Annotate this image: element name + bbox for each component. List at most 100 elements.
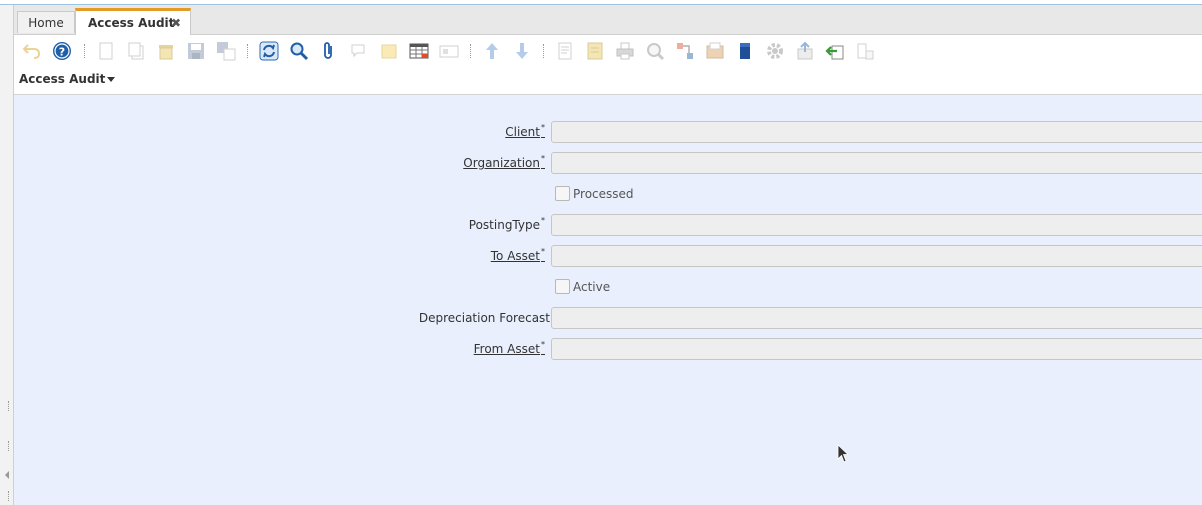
- organization-label-text: Organization: [463, 156, 540, 170]
- help-icon: ?: [52, 41, 72, 61]
- mandatory-marker: *: [541, 123, 545, 132]
- active-checkbox[interactable]: [555, 279, 570, 294]
- copy-record-icon: [126, 41, 146, 61]
- grid-toggle-icon: [409, 41, 429, 61]
- to-asset-label[interactable]: To Asset*: [490, 247, 545, 263]
- toolbar-separator: [84, 44, 85, 58]
- to-asset-field[interactable]: [551, 245, 1202, 267]
- process-gear-icon: [765, 41, 785, 61]
- multi-edit-icon: [439, 41, 459, 61]
- customize-icon: [855, 41, 875, 61]
- help-button[interactable]: ?: [52, 41, 72, 61]
- breadcrumb-label: Access Audit: [19, 72, 106, 86]
- active-label: Active: [573, 280, 611, 294]
- post-it-button[interactable]: [379, 41, 399, 61]
- active-workflows-icon: [675, 41, 695, 61]
- chevron-down-icon: [107, 77, 116, 82]
- mandatory-marker: *: [541, 247, 545, 256]
- splitter-grip[interactable]: [8, 441, 11, 451]
- new-record-icon: [96, 41, 116, 61]
- svg-text:?: ?: [59, 46, 65, 59]
- save-new-icon: [216, 41, 236, 61]
- depreciation-forecast-field[interactable]: [551, 307, 1202, 329]
- zoom-across-icon: [645, 41, 665, 61]
- mandatory-marker: *: [541, 154, 545, 163]
- save-and-new-button[interactable]: [216, 41, 236, 61]
- detail-form: Client* Organization* Processed PostingT…: [14, 95, 1202, 505]
- copy-record-button[interactable]: [126, 41, 146, 61]
- client-field[interactable]: [551, 121, 1202, 143]
- processed-checkbox[interactable]: [555, 186, 570, 201]
- grid-toggle-button[interactable]: [409, 41, 429, 61]
- attachment-button[interactable]: [319, 41, 339, 61]
- chat-icon: [349, 41, 369, 61]
- find-icon: [289, 41, 309, 61]
- splitter-grip[interactable]: [8, 491, 11, 501]
- import-icon: [825, 41, 845, 61]
- new-record-button[interactable]: [96, 41, 116, 61]
- print-button[interactable]: [615, 41, 635, 61]
- export-button[interactable]: [795, 41, 815, 61]
- posting-type-label-text: PostingType: [468, 218, 540, 232]
- import-button[interactable]: [825, 41, 845, 61]
- delete-button[interactable]: [156, 41, 176, 61]
- product-info-icon: [735, 41, 755, 61]
- report-button[interactable]: [555, 41, 575, 61]
- client-label-text: Client: [505, 125, 540, 139]
- requests-button[interactable]: [705, 41, 725, 61]
- toolbar-separator: [543, 44, 544, 58]
- export-icon: [795, 41, 815, 61]
- multi-edit-button[interactable]: [439, 41, 459, 61]
- find-button[interactable]: [289, 41, 309, 61]
- from-asset-field[interactable]: [551, 338, 1202, 360]
- save-button[interactable]: [186, 41, 206, 61]
- post-it-icon: [379, 41, 399, 61]
- mouse-pointer-icon: [837, 444, 850, 467]
- detail-record-icon: [512, 41, 532, 61]
- expand-left-panel-icon[interactable]: [5, 471, 9, 479]
- tab-home[interactable]: Home: [17, 11, 75, 33]
- tab-access-audit-label: Access Audit: [88, 16, 175, 30]
- undo-button[interactable]: [22, 41, 42, 61]
- posting-type-label: PostingType*: [468, 216, 545, 232]
- client-label[interactable]: Client*: [505, 123, 545, 139]
- parent-record-icon: [482, 41, 502, 61]
- attachment-icon: [319, 41, 339, 61]
- close-tab-icon[interactable]: ✖: [171, 11, 181, 35]
- depreciation-forecast-label-text: Depreciation Forecast: [418, 311, 550, 325]
- report-icon: [555, 41, 575, 61]
- active-workflows-button[interactable]: [675, 41, 695, 61]
- zoom-across-button[interactable]: [645, 41, 665, 61]
- save-icon: [186, 41, 206, 61]
- process-button[interactable]: [765, 41, 785, 61]
- organization-field[interactable]: [551, 152, 1202, 174]
- splitter-grip[interactable]: [8, 401, 11, 411]
- parent-record-button[interactable]: [482, 41, 502, 61]
- undo-icon: [22, 41, 42, 61]
- toolbar: ?: [14, 36, 1202, 66]
- refresh-button[interactable]: [259, 41, 279, 61]
- depreciation-forecast-label: Depreciation Forecast: [419, 311, 550, 325]
- customize-button[interactable]: [855, 41, 875, 61]
- delete-icon: [156, 41, 176, 61]
- detail-record-button[interactable]: [512, 41, 532, 61]
- organization-label[interactable]: Organization*: [463, 154, 545, 170]
- window-tab-strip: Home Access Audit ✖: [14, 5, 1202, 35]
- mandatory-marker: *: [541, 216, 545, 225]
- archive-icon: [585, 41, 605, 61]
- print-icon: [615, 41, 635, 61]
- product-info-button[interactable]: [735, 41, 755, 61]
- chat-button[interactable]: [349, 41, 369, 61]
- from-asset-label[interactable]: From Asset*: [474, 340, 545, 356]
- tab-home-label: Home: [28, 16, 64, 30]
- refresh-icon: [259, 41, 279, 61]
- toolbar-separator: [247, 44, 248, 58]
- to-asset-label-text: To Asset: [490, 249, 540, 263]
- toolbar-separator: [470, 44, 471, 58]
- breadcrumb[interactable]: Access Audit: [19, 72, 116, 86]
- mandatory-marker: *: [541, 340, 545, 349]
- archive-button[interactable]: [585, 41, 605, 61]
- tab-access-audit[interactable]: Access Audit ✖: [75, 8, 191, 35]
- west-collapse-bar[interactable]: [0, 5, 14, 505]
- posting-type-field[interactable]: [551, 214, 1202, 236]
